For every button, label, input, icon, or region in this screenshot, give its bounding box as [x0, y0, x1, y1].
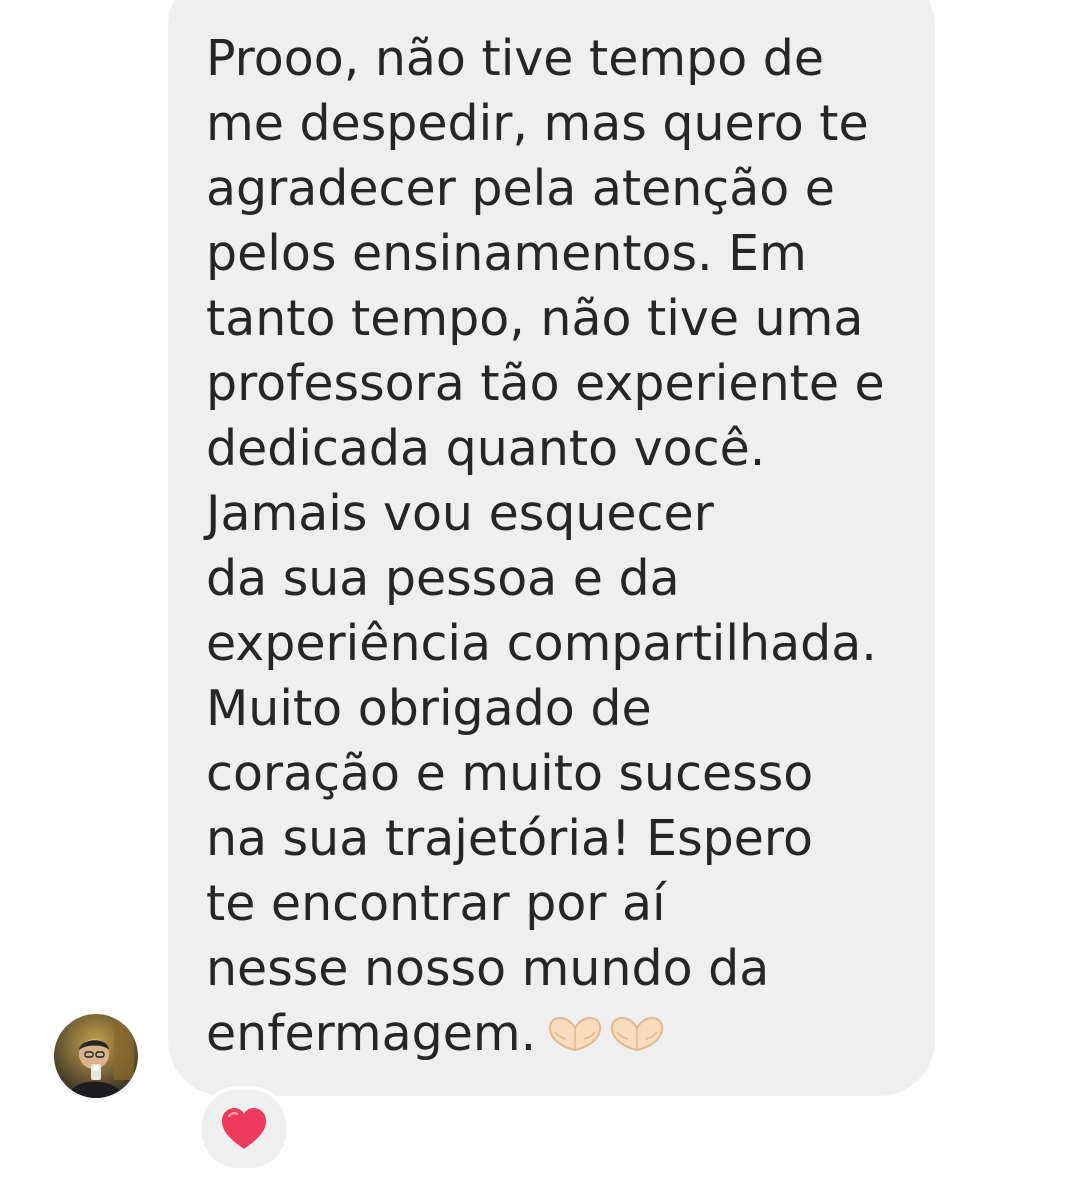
message-line: me despedir, mas quero te — [206, 95, 869, 152]
heart-hands-icon — [549, 1016, 602, 1051]
message-line: Jamais vou esquecer — [206, 485, 714, 542]
message-line: pelos ensinamentos. Em — [206, 225, 807, 282]
message-text: Prooo, não tive tempo de me despedir, ma… — [206, 26, 906, 1066]
message-line: te encontrar por aí — [206, 875, 666, 932]
message-line: nesse nosso mundo da — [206, 940, 770, 997]
profile-photo-icon — [54, 1014, 138, 1098]
red-heart-icon — [222, 1108, 266, 1149]
message-line: experiência compartilhada. — [206, 615, 877, 672]
message-line: da sua pessoa e da — [206, 550, 680, 607]
avatar[interactable] — [54, 1014, 138, 1098]
message-line: na sua trajetória! Espero — [206, 810, 813, 867]
message-line: coração e muito sucesso — [206, 745, 814, 802]
message-line: Muito obrigado de — [206, 680, 652, 737]
reaction-badge[interactable] — [198, 1086, 290, 1172]
heart-hands-icon — [611, 1016, 664, 1051]
message-line-last: enfermagem. — [206, 1001, 906, 1066]
message-line: Prooo, não tive tempo de — [206, 30, 825, 87]
message-line: professora tão experiente e — [206, 355, 885, 412]
emoji-group — [546, 998, 670, 1063]
message-line: dedicada quanto você. — [206, 420, 766, 477]
message-line-text: enfermagem. — [206, 1005, 537, 1062]
message-line: tanto tempo, não tive uma — [206, 290, 864, 347]
message-line: agradecer pela atenção e — [206, 160, 835, 217]
